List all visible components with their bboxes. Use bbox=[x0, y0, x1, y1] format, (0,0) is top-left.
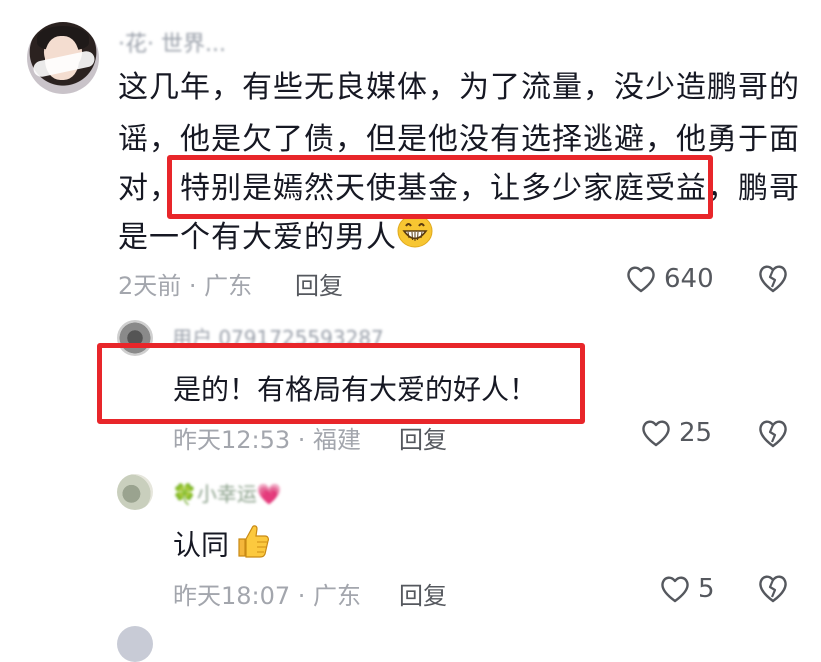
reply-button[interactable]: 回复 bbox=[295, 266, 343, 301]
reply-meta: 昨天18:07 · 广东 bbox=[173, 582, 362, 610]
heart-icon bbox=[627, 266, 655, 293]
comment-text-line1: 这几年，有些无良媒体，为了流量，没少造鹏哥的 bbox=[118, 70, 800, 105]
reply-text-content: 认同 bbox=[173, 528, 230, 562]
dislike-button[interactable] bbox=[757, 263, 789, 297]
broken-heart-icon bbox=[759, 420, 787, 448]
like-button[interactable]: 25 bbox=[641, 418, 712, 448]
broken-heart-icon bbox=[759, 575, 787, 603]
avatar[interactable] bbox=[27, 22, 99, 94]
reply-text: 认同 bbox=[173, 522, 271, 571]
heart-icon bbox=[642, 420, 670, 447]
like-button[interactable]: 640 bbox=[626, 264, 714, 294]
thumbs-up-emoji-icon bbox=[233, 522, 271, 571]
highlight-box bbox=[167, 155, 713, 219]
comment-text-segment: 是一个有大爱的男人 bbox=[118, 220, 397, 255]
avatar[interactable] bbox=[117, 626, 153, 662]
reply-button[interactable]: 回复 bbox=[399, 420, 447, 455]
dislike-button[interactable] bbox=[757, 573, 789, 607]
like-count: 25 bbox=[679, 418, 713, 448]
comment-text-segment: 鹏哥 bbox=[738, 171, 800, 206]
like-count: 5 bbox=[698, 574, 715, 604]
reply-username[interactable]: 🍀小幸运💗 bbox=[172, 478, 282, 507]
highlight-box bbox=[97, 343, 585, 424]
grinning-face-emoji-icon bbox=[397, 213, 433, 265]
reply-button[interactable]: 回复 bbox=[399, 576, 447, 611]
comment-text-line4: 是一个有大爱的男人 bbox=[118, 212, 433, 265]
avatar[interactable] bbox=[117, 474, 153, 510]
heart-icon bbox=[661, 576, 689, 603]
reply-meta: 昨天12:53 · 福建 bbox=[173, 426, 362, 454]
like-count: 640 bbox=[664, 264, 714, 294]
dislike-button[interactable] bbox=[757, 418, 789, 452]
broken-heart-icon bbox=[759, 265, 787, 293]
like-button[interactable]: 5 bbox=[660, 574, 715, 604]
comment-meta: 2天前 · 广东 bbox=[118, 272, 253, 300]
comment-username[interactable]: ·花· 世界... bbox=[118, 26, 226, 58]
